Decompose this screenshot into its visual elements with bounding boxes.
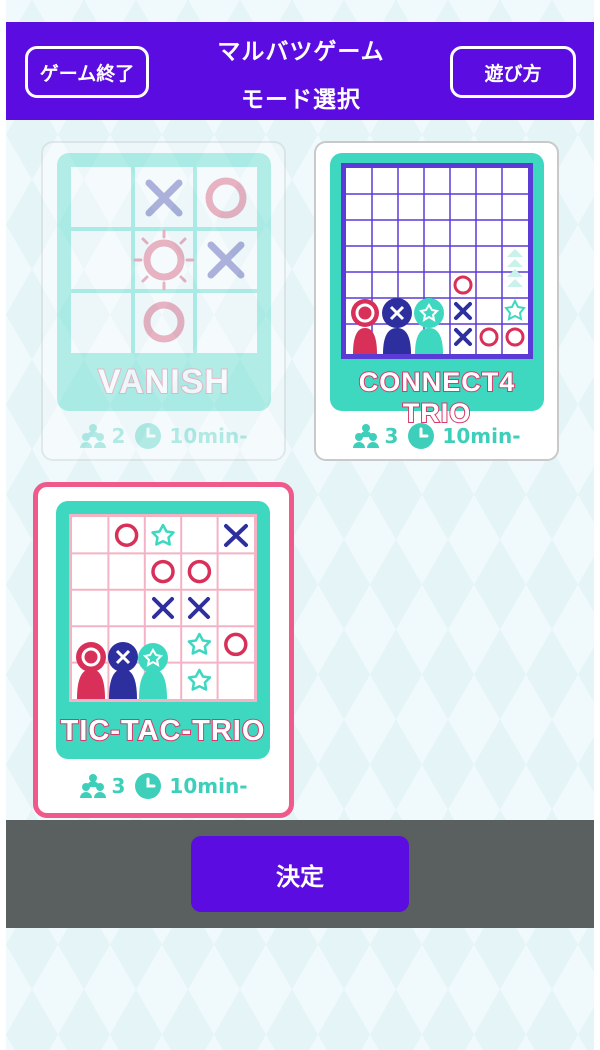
how-to-play-button[interactable]: 遊び方 <box>450 46 576 98</box>
mode-title: TIC-TAC-TRIO <box>60 714 266 748</box>
connect4-board-illustration <box>341 163 533 359</box>
players-icon <box>352 424 379 448</box>
play-duration: 10min- <box>442 424 521 448</box>
mode-info: 2 10min- <box>43 423 284 449</box>
mode-artwork: CONNECT4 TRIO <box>330 153 544 429</box>
player-count: 3 <box>111 774 126 798</box>
mode-title: VANISH <box>97 362 230 402</box>
play-duration: 10min- <box>169 424 248 448</box>
tic-tac-trio-board-illustration <box>69 514 257 702</box>
mode-card-vanish[interactable]: VANISH 2 10min- <box>41 141 286 461</box>
clock-icon <box>408 423 435 449</box>
mode-artwork: VANISH <box>57 153 271 411</box>
right-edge <box>594 0 600 1050</box>
clock-icon <box>135 423 162 449</box>
mode-info: 3 10min- <box>38 773 289 799</box>
mode-info: 3 10min- <box>316 423 557 449</box>
players-icon <box>79 424 106 448</box>
player-count: 3 <box>384 424 399 448</box>
play-duration: 10min- <box>169 774 248 798</box>
mode-artwork: TIC-TAC-TRIO <box>56 501 270 759</box>
header-bar: ゲーム終了 マルバツゲーム モード選択 遊び方 <box>6 22 594 120</box>
players-icon <box>79 774 106 798</box>
mode-card-tic-tac-trio[interactable]: TIC-TAC-TRIO 3 10min- <box>33 482 294 818</box>
page-title: マルバツゲーム <box>217 39 385 65</box>
mode-card-connect4-trio[interactable]: CONNECT4 TRIO 3 10min- <box>314 141 559 461</box>
clock-icon <box>135 773 162 799</box>
confirm-button[interactable]: 決定 <box>191 836 409 912</box>
exit-game-button[interactable]: ゲーム終了 <box>25 46 149 98</box>
page-subtitle: モード選択 <box>241 87 361 113</box>
vanish-board-illustration <box>71 167 257 353</box>
player-count: 2 <box>111 424 126 448</box>
mode-title: CONNECT4 TRIO <box>358 366 516 429</box>
